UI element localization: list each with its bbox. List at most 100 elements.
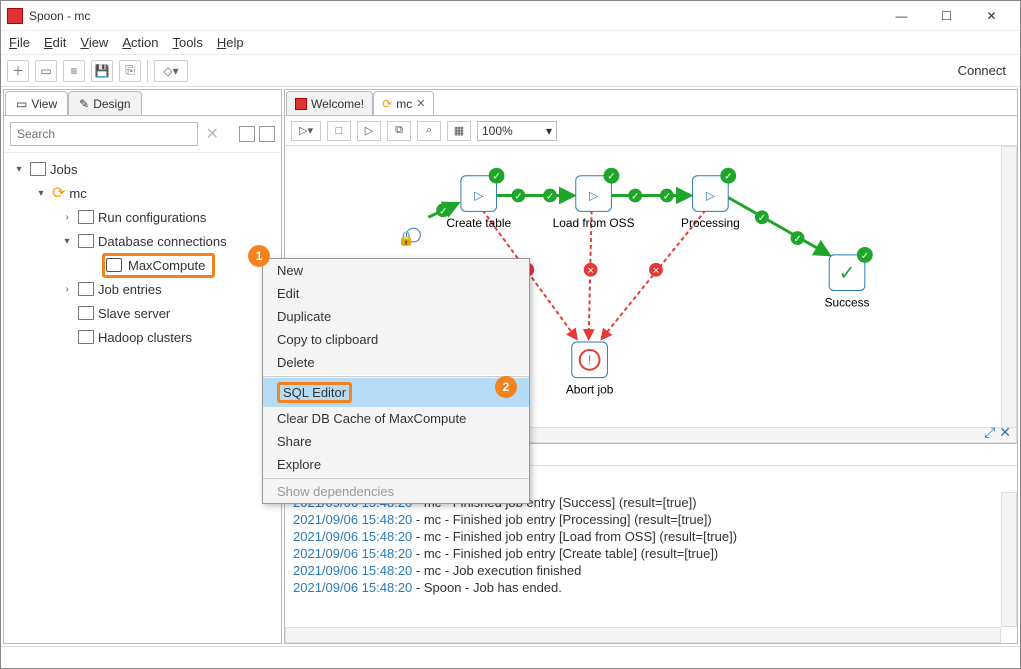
chevron-down-icon: ▾ [60, 236, 74, 247]
pencil-icon: ✎ [79, 97, 89, 111]
svg-text:✓: ✓ [861, 251, 869, 262]
maximize-button[interactable]: ☐ [924, 1, 969, 30]
svg-text:✓: ✓ [839, 263, 856, 285]
ctx-clear-cache[interactable]: Clear DB Cache of MaxCompute [263, 407, 529, 430]
chevron-right-icon: › [60, 284, 74, 295]
svg-text:Processing: Processing [681, 216, 740, 230]
layout-button[interactable]: ▦ [447, 121, 471, 141]
stop-button[interactable]: □ [327, 121, 351, 141]
replay-button[interactable]: ▷ [357, 121, 381, 141]
svg-text:▷: ▷ [589, 188, 599, 202]
ctx-explore[interactable]: Explore [263, 453, 529, 476]
close-log-icon[interactable]: ✕ [999, 424, 1011, 441]
run-button[interactable]: ▷▾ [291, 121, 321, 141]
ctx-sql-editor[interactable]: SQL Editor [263, 378, 529, 407]
tree-item-job-entries[interactable]: › Job entries [4, 277, 281, 301]
collapse-tree-button[interactable] [259, 126, 275, 142]
svg-text:▷: ▷ [706, 188, 716, 202]
close-tab-icon[interactable]: ✕ [416, 97, 425, 110]
svg-text:✓: ✓ [663, 191, 671, 202]
zoom-select[interactable]: 100%▾ [477, 121, 557, 141]
menu-file[interactable]: File [9, 35, 30, 50]
svg-text:✕: ✕ [587, 266, 594, 276]
ctx-share[interactable]: Share [263, 430, 529, 453]
svg-text:Create table: Create table [446, 216, 511, 230]
ctx-delete[interactable]: Delete [263, 351, 529, 374]
log-v-scrollbar[interactable] [1001, 492, 1017, 627]
log-line: 2021/09/06 15:48:20 - mc - Finished job … [293, 511, 1009, 528]
tree-item-slave-server[interactable]: Slave server [4, 301, 281, 325]
log-line: 2021/09/06 15:48:20 - mc - Job execution… [293, 562, 1009, 579]
perspective-button[interactable]: ◇▾ [154, 60, 188, 82]
database-icon [106, 258, 122, 272]
minimize-button[interactable]: — [879, 1, 924, 30]
job-icon: ⟳ [382, 97, 392, 111]
close-button[interactable]: ✕ [969, 1, 1014, 30]
preview-button[interactable]: ⧉ [387, 121, 411, 141]
tree-item-maxcompute[interactable]: MaxCompute [4, 253, 281, 277]
connect-link[interactable]: Connect [958, 63, 1006, 78]
tab-mc-editor[interactable]: ⟳ mc ✕ [373, 91, 434, 115]
tree-item-db-connections[interactable]: ▾ Database connections [4, 229, 281, 253]
menu-edit[interactable]: Edit [44, 35, 66, 50]
svg-text:✓: ✓ [758, 213, 766, 224]
svg-text:Load from OSS: Load from OSS [553, 216, 635, 230]
chevron-right-icon: › [60, 212, 74, 223]
ctx-duplicate[interactable]: Duplicate [263, 305, 529, 328]
open-file-button[interactable]: ▭ [35, 60, 57, 82]
tab-view[interactable]: ▭View [5, 91, 68, 115]
svg-text:🔒: 🔒 [398, 230, 415, 247]
canvas-toolbar: ▷▾ □ ▷ ⧉ ⌕ ▦ 100%▾ [285, 116, 1017, 146]
folder-icon [78, 306, 94, 320]
svg-text:▷: ▷ [474, 188, 484, 202]
title-bar: Spoon - mc — ☐ ✕ [1, 1, 1020, 31]
app-icon [7, 8, 23, 24]
context-menu: New Edit Duplicate Copy to clipboard Del… [262, 258, 530, 504]
folder-icon [30, 162, 46, 176]
tree-item-hadoop[interactable]: Hadoop clusters [4, 325, 281, 349]
search-input[interactable] [10, 122, 198, 146]
menu-action[interactable]: Action [122, 35, 158, 50]
svg-text:✕: ✕ [652, 266, 659, 276]
ctx-new[interactable]: New [263, 259, 529, 282]
chevron-down-icon: ▾ [12, 164, 26, 175]
svg-text:Abort job: Abort job [566, 383, 614, 397]
save-button[interactable]: 💾 [91, 60, 113, 82]
maximize-log-icon[interactable]: ⤢ [984, 424, 995, 441]
expand-tree-button[interactable] [239, 126, 255, 142]
explorer-button[interactable]: ≡ [63, 60, 85, 82]
svg-text:✓: ✓ [514, 191, 522, 202]
svg-text:✓: ✓ [793, 234, 801, 245]
log-output[interactable]: 2021/09/06 15:48:20 - mc - Finished job … [285, 492, 1017, 643]
folder-icon [78, 330, 94, 344]
main-toolbar: ＋ ▭ ≡ 💾 ⎘ ◇▾ Connect [1, 55, 1020, 87]
menu-tools[interactable]: Tools [172, 35, 202, 50]
ctx-copy[interactable]: Copy to clipboard [263, 328, 529, 351]
canvas-v-scrollbar[interactable] [1001, 146, 1017, 443]
log-line: 2021/09/06 15:48:20 - mc - Finished job … [293, 545, 1009, 562]
save-as-button[interactable]: ⎘ [119, 60, 141, 82]
menu-help[interactable]: Help [217, 35, 244, 50]
tree-item-jobs[interactable]: ▾ Jobs [4, 157, 281, 181]
tab-design[interactable]: ✎Design [68, 91, 141, 115]
tree-icon: ▭ [16, 97, 27, 111]
tree-item-run-config[interactable]: › Run configurations [4, 205, 281, 229]
welcome-icon [295, 98, 307, 110]
tab-welcome[interactable]: Welcome! [286, 91, 373, 115]
status-bar [1, 646, 1020, 668]
new-file-button[interactable]: ＋ [7, 60, 29, 82]
navigation-tree: ▾ Jobs ▾ ⟳ mc › Run configurations ▾ Dat… [4, 153, 281, 353]
folder-icon [78, 210, 94, 224]
menu-view[interactable]: View [80, 35, 108, 50]
log-h-scrollbar[interactable] [285, 627, 1001, 643]
clear-search-icon[interactable]: ✕ [202, 124, 223, 144]
tree-item-mc[interactable]: ▾ ⟳ mc [4, 181, 281, 205]
log-line: 2021/09/06 15:48:20 - Spoon - Job has en… [293, 579, 1009, 596]
menu-separator [263, 477, 529, 479]
svg-text:Success: Success [825, 295, 870, 309]
log-line: 2021/09/06 15:48:20 - mc - Finished job … [293, 528, 1009, 545]
menu-bar: File Edit View Action Tools Help [1, 31, 1020, 55]
sql-button[interactable]: ⌕ [417, 121, 441, 141]
svg-text:✓: ✓ [492, 172, 500, 183]
ctx-edit[interactable]: Edit [263, 282, 529, 305]
